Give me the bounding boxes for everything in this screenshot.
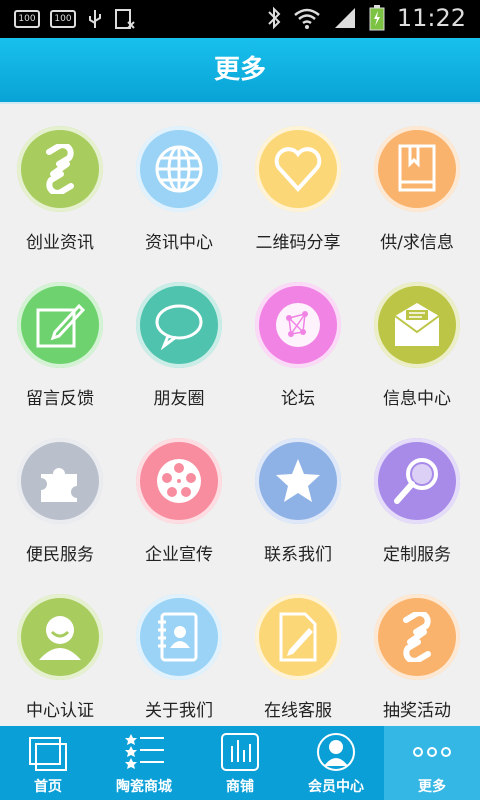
grid-item-label: 在线客服 bbox=[264, 701, 332, 721]
grid-item-label: 抽奖活动 bbox=[383, 701, 451, 721]
tab-more-label: 更多 bbox=[418, 779, 446, 795]
grid-item-label: 联系我们 bbox=[264, 545, 332, 565]
star-icon bbox=[276, 459, 320, 502]
grid-item-label: 论坛 bbox=[281, 389, 315, 409]
grid-item[interactable]: 供/求信息 bbox=[357, 104, 477, 260]
contacts-icon bbox=[158, 612, 198, 662]
grid-item-icon-circle bbox=[136, 594, 222, 680]
battery-notification-icon: 100 bbox=[14, 10, 40, 28]
grid-item[interactable]: 定制服务 bbox=[357, 416, 477, 572]
battery-icon bbox=[369, 5, 385, 31]
grid-item[interactable]: 中心认证 bbox=[0, 572, 120, 728]
grid-item-label: 关于我们 bbox=[145, 701, 213, 721]
grid-item-icon-circle bbox=[255, 438, 341, 524]
grid-item-icon-circle bbox=[17, 126, 103, 212]
wifi-icon bbox=[294, 8, 320, 29]
grid-item[interactable]: 关于我们 bbox=[119, 572, 239, 728]
mail-icon bbox=[394, 303, 440, 346]
grid-item[interactable]: 朋友圈 bbox=[119, 260, 239, 416]
grid-item[interactable]: 创业资讯 bbox=[0, 104, 120, 260]
grid-item-icon-circle bbox=[136, 438, 222, 524]
status-bar: 100 100 11:22 bbox=[0, 0, 480, 38]
tab-shop[interactable]: 商铺 bbox=[192, 726, 288, 800]
link-icon bbox=[46, 144, 74, 194]
grid-item-icon-circle bbox=[374, 126, 460, 212]
clock: 11:22 bbox=[396, 4, 466, 32]
document-pen-icon bbox=[279, 612, 317, 662]
grid-item-label: 资讯中心 bbox=[145, 233, 213, 253]
tab-ceramics-mall[interactable]: 陶瓷商城 bbox=[96, 726, 192, 800]
grid-item[interactable]: 二维码分享 bbox=[238, 104, 358, 260]
more-icon bbox=[413, 747, 451, 757]
puzzle-icon bbox=[41, 468, 77, 502]
grid-item-label: 朋友圈 bbox=[153, 389, 205, 409]
bluetooth-icon bbox=[268, 6, 281, 30]
globe-icon bbox=[155, 145, 203, 193]
grid-item-label: 企业宣传 bbox=[145, 545, 213, 565]
magnifier-icon bbox=[394, 458, 438, 504]
heart-icon bbox=[274, 147, 322, 192]
grid-item-label: 留言反馈 bbox=[26, 389, 94, 409]
grid-item-icon-circle bbox=[17, 282, 103, 368]
grid-item-icon-circle bbox=[255, 282, 341, 368]
grid-item-label: 二维码分享 bbox=[255, 233, 341, 253]
grid-item-icon-circle bbox=[374, 438, 460, 524]
network-icon bbox=[276, 303, 320, 347]
grid-item[interactable]: 联系我们 bbox=[238, 416, 358, 572]
tab-more[interactable]: 更多 bbox=[384, 726, 480, 800]
film-reel-icon bbox=[157, 459, 201, 503]
grid-item-icon-circle bbox=[136, 282, 222, 368]
book-icon bbox=[398, 144, 436, 192]
grid-item-icon-circle bbox=[255, 594, 341, 680]
link-icon bbox=[403, 612, 431, 662]
grid-item-icon-circle bbox=[136, 126, 222, 212]
shop-icon bbox=[221, 733, 259, 771]
grid-item[interactable]: 信息中心 bbox=[357, 260, 477, 416]
signal-icon bbox=[334, 8, 355, 28]
edit-icon bbox=[36, 303, 85, 348]
grid-item-icon-circle bbox=[255, 126, 341, 212]
grid-item[interactable]: 资讯中心 bbox=[119, 104, 239, 260]
tab-home-label: 首页 bbox=[34, 779, 62, 795]
grid-item[interactable]: 便民服务 bbox=[0, 416, 120, 572]
app-notification-icon bbox=[115, 9, 135, 29]
grid-item-label: 信息中心 bbox=[383, 389, 451, 409]
tab-member-center[interactable]: 会员中心 bbox=[288, 726, 384, 800]
page-title: 更多 bbox=[0, 38, 480, 104]
bottom-tab-bar: 首页 陶瓷商城 商铺 会员中心 更多 bbox=[0, 726, 480, 800]
user-icon bbox=[39, 616, 81, 660]
grid-item[interactable]: 留言反馈 bbox=[0, 260, 120, 416]
chat-bubble-icon bbox=[155, 304, 203, 350]
grid-item-label: 创业资讯 bbox=[26, 233, 94, 253]
list-icon bbox=[125, 734, 164, 769]
grid-item-icon-circle bbox=[17, 438, 103, 524]
grid-item-icon-circle bbox=[374, 282, 460, 368]
grid-item-label: 定制服务 bbox=[383, 545, 451, 565]
grid-item-label: 供/求信息 bbox=[380, 233, 454, 253]
member-icon bbox=[317, 733, 355, 771]
grid-item[interactable]: 论坛 bbox=[238, 260, 358, 416]
grid-item-icon-circle bbox=[17, 594, 103, 680]
usb-icon bbox=[89, 10, 101, 28]
tab-home[interactable]: 首页 bbox=[0, 726, 96, 800]
grid-item[interactable]: 在线客服 bbox=[238, 572, 358, 728]
grid-item[interactable]: 企业宣传 bbox=[119, 416, 239, 572]
tab-member-center-label: 会员中心 bbox=[308, 779, 364, 795]
grid-item-label: 中心认证 bbox=[26, 701, 94, 721]
home-icon bbox=[29, 737, 67, 771]
grid-item[interactable]: 抽奖活动 bbox=[357, 572, 477, 728]
grid-item-icon-circle bbox=[374, 594, 460, 680]
grid-item-label: 便民服务 bbox=[26, 545, 94, 565]
battery-notification-icon-2: 100 bbox=[50, 10, 76, 28]
feature-grid: 创业资讯 资讯中心 二维码分享 供/求信息留言反馈 朋友圈 论坛 信息中心便民服务 企业宣传 联… bbox=[0, 104, 480, 724]
tab-shop-label: 商铺 bbox=[226, 779, 254, 795]
tab-ceramics-mall-label: 陶瓷商城 bbox=[116, 779, 172, 795]
